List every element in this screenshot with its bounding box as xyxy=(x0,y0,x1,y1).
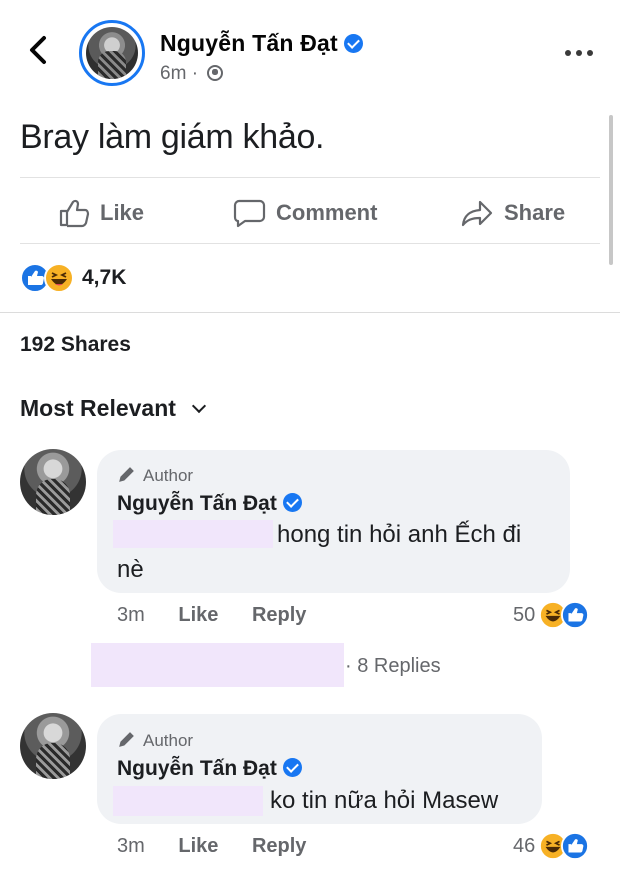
more-options-button[interactable] xyxy=(565,48,595,58)
pencil-icon xyxy=(119,732,134,747)
like-reaction-icon xyxy=(561,832,590,860)
pencil-icon xyxy=(119,467,134,482)
back-arrow-icon xyxy=(30,36,46,64)
redacted-mention xyxy=(113,786,263,816)
like-reaction-icon xyxy=(561,601,590,629)
comment-text-line: ko tin nữa hỏi Masew xyxy=(270,787,499,814)
comment-text-line: hong tin hỏi anh Ếch đi xyxy=(277,521,522,548)
redacted-replier xyxy=(91,643,344,687)
avatar-photo xyxy=(86,27,138,79)
comment-reactions[interactable]: 46 xyxy=(513,832,590,860)
scrollbar[interactable] xyxy=(609,115,613,265)
post-meta: 6m · xyxy=(160,63,224,85)
comment-reply-button[interactable]: Reply xyxy=(252,604,306,626)
divider xyxy=(20,177,600,178)
author-name[interactable]: Nguyễn Tấn Đạt xyxy=(160,30,338,56)
thumbs-up-icon xyxy=(59,199,90,228)
shares-count[interactable]: 192 Shares xyxy=(20,333,131,357)
author-badge-label: Author xyxy=(143,731,194,750)
divider xyxy=(20,243,600,244)
comment-bubble-icon xyxy=(233,199,266,228)
comment-like-button[interactable]: Like xyxy=(178,604,218,626)
comment-time: 3m xyxy=(117,604,145,626)
commenter-avatar[interactable] xyxy=(20,713,86,779)
share-arrow-icon xyxy=(461,200,493,227)
share-label: Share xyxy=(504,200,566,225)
commenter-name-text: Nguyễn Tấn Đạt xyxy=(117,492,277,515)
back-button[interactable] xyxy=(22,30,56,70)
comment-reaction-count: 46 xyxy=(513,834,536,857)
author-badge: Author xyxy=(117,729,193,751)
commenter-avatar[interactable] xyxy=(20,449,86,515)
like-label: Like xyxy=(100,200,145,225)
verified-badge-icon xyxy=(282,758,302,777)
dot-icon xyxy=(587,50,593,56)
post-header: Nguyễn Tấn Đạt 6m · xyxy=(0,0,620,95)
commenter-name-text: Nguyễn Tấn Đạt xyxy=(117,757,277,780)
redacted-mention xyxy=(113,520,273,548)
comment-button[interactable]: Comment xyxy=(233,193,377,233)
author-badge: Author xyxy=(117,464,193,486)
dot-icon xyxy=(565,50,571,56)
sort-dropdown[interactable]: Most Relevant xyxy=(20,395,207,422)
comment-like-button[interactable]: Like xyxy=(178,835,218,857)
verified-badge-icon xyxy=(343,34,363,53)
comment-time: 3m xyxy=(117,835,145,857)
sort-label: Most Relevant xyxy=(20,395,176,421)
author-badge-label: Author xyxy=(143,466,194,485)
comment-reaction-count: 50 xyxy=(513,603,536,626)
reaction-summary[interactable]: 4,7K xyxy=(20,262,126,294)
author-avatar[interactable] xyxy=(79,20,145,86)
dot-icon xyxy=(576,50,582,56)
share-button[interactable]: Share xyxy=(461,193,565,233)
view-replies-link[interactable]: · 8 Replies xyxy=(345,655,441,678)
post-time: 6m xyxy=(160,63,187,84)
meta-separator: · xyxy=(191,63,199,84)
commenter-name[interactable]: Nguyễn Tấn Đạt xyxy=(117,757,302,781)
comment-actions: 3m Like Reply xyxy=(117,835,306,858)
comment-actions: 3m Like Reply xyxy=(117,604,306,627)
post-text: Bray làm giám khảo. xyxy=(20,118,325,156)
globe-icon xyxy=(207,65,224,81)
comment-reply-button[interactable]: Reply xyxy=(252,835,306,857)
commenter-name[interactable]: Nguyễn Tấn Đạt xyxy=(117,492,302,516)
like-button[interactable]: Like xyxy=(58,193,144,233)
haha-reaction-icon xyxy=(44,263,74,293)
verified-badge-icon xyxy=(282,493,302,512)
author-name-row[interactable]: Nguyễn Tấn Đạt xyxy=(160,30,363,57)
divider xyxy=(0,312,620,313)
reaction-count: 4,7K xyxy=(82,266,127,289)
comment-text-line: nè xyxy=(117,556,144,583)
comment-reactions[interactable]: 50 xyxy=(513,601,590,629)
chevron-down-icon xyxy=(191,398,207,414)
comment-label: Comment xyxy=(276,200,378,225)
